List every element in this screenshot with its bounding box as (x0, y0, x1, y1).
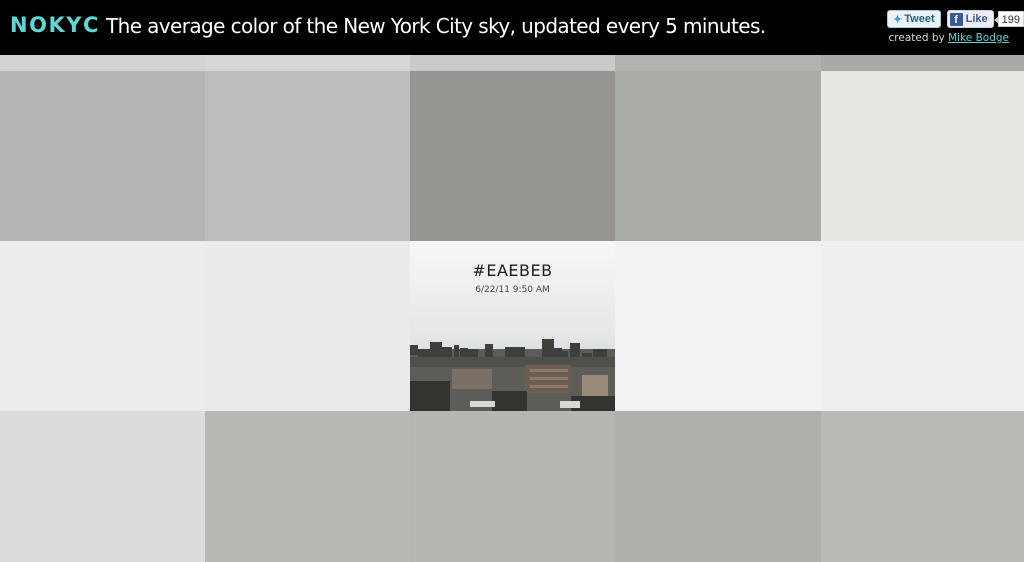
nokyc-logo[interactable]: N O K Y C (10, 13, 98, 37)
sky-color-tile[interactable] (0, 71, 205, 241)
sky-color-tile[interactable] (410, 55, 615, 71)
sky-color-tile[interactable] (0, 411, 205, 562)
like-count: 199 (993, 11, 1024, 27)
sky-color-tile[interactable] (821, 71, 1024, 241)
like-label: Like (965, 13, 988, 25)
sky-color-tile[interactable] (821, 241, 1024, 411)
sky-color-tile[interactable] (615, 55, 821, 71)
tagline: The average color of the New York City s… (106, 14, 766, 38)
social-buttons: ✦ Tweet f Like 199 (887, 9, 1024, 29)
sky-color-tile[interactable] (821, 411, 1024, 562)
sky-color-tile[interactable] (205, 411, 410, 562)
sky-color-tile[interactable] (615, 241, 821, 411)
current-hex-code: #EAEBEB (472, 261, 553, 280)
sky-color-tile[interactable] (615, 71, 821, 241)
facebook-like-button[interactable]: f Like (946, 10, 994, 28)
logo-letter-c: C (82, 13, 98, 37)
facebook-icon: f (949, 12, 963, 26)
sky-color-tile[interactable] (0, 241, 205, 411)
credit-prefix: created by (888, 32, 945, 44)
logo-letters: N O K Y C (10, 13, 98, 37)
sky-color-tile[interactable] (205, 71, 410, 241)
logo-letter-k: K (48, 13, 65, 37)
credit-line: created by Mike Bodge (889, 32, 1009, 44)
logo-letter-y: Y (66, 13, 81, 37)
header-bar: N O K Y C The average color of the New Y… (0, 0, 1024, 55)
current-timestamp: 6/22/11 9:50 AM (475, 285, 550, 295)
sky-color-tile[interactable] (205, 55, 410, 71)
sky-color-tile[interactable] (205, 241, 410, 411)
logo-letter-n: N (10, 13, 28, 37)
sky-color-tile[interactable] (0, 55, 205, 71)
sky-color-tile[interactable] (410, 71, 615, 241)
tweet-button[interactable]: ✦ Tweet (887, 10, 941, 28)
sky-color-tile[interactable] (615, 411, 821, 562)
twitter-bird-icon: ✦ (893, 13, 903, 26)
tweet-label: Tweet (904, 13, 935, 25)
sky-color-tile[interactable] (410, 411, 615, 562)
sky-color-tile[interactable] (821, 55, 1024, 71)
logo-letter-o: O (29, 13, 47, 37)
current-sky-tile[interactable]: #EAEBEB 6/22/11 9:50 AM (410, 241, 615, 411)
author-link[interactable]: Mike Bodge (948, 32, 1009, 44)
